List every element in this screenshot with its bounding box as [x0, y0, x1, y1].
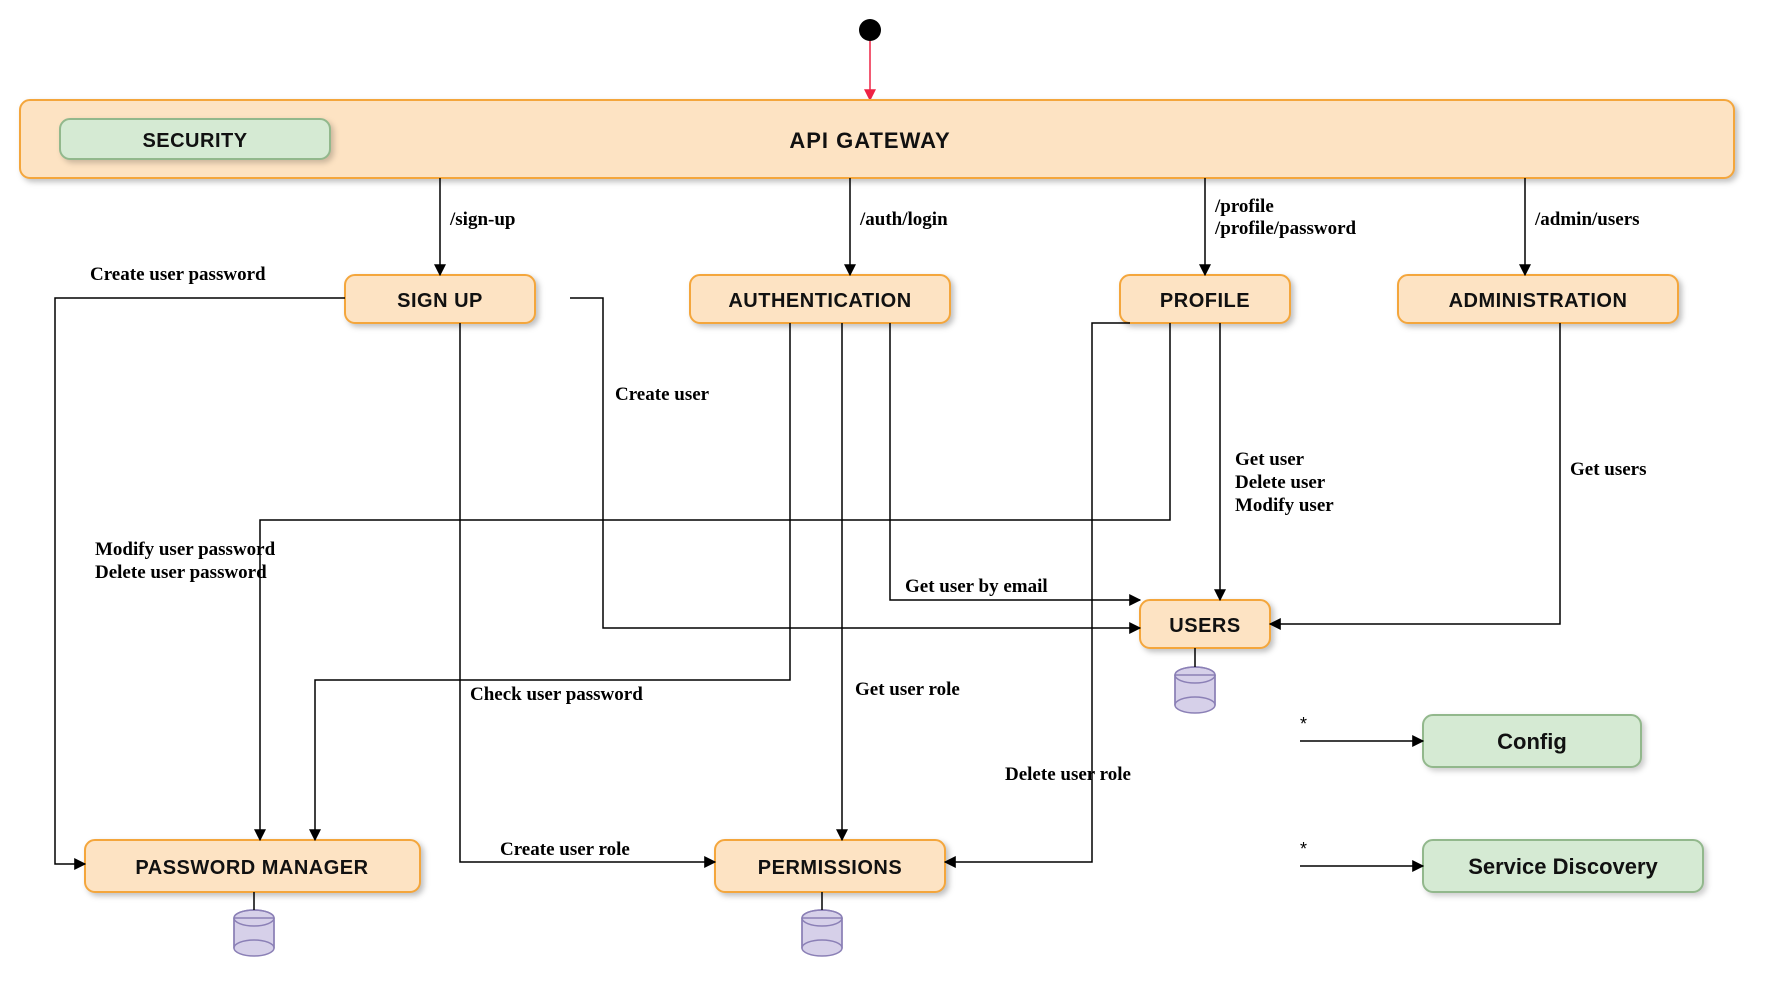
- administration-node: ADMINISTRATION: [1398, 275, 1678, 323]
- gateway-to-admin-label: /admin/users: [1534, 209, 1640, 230]
- delete-user-role-label: Delete user role: [1005, 764, 1131, 785]
- sign-up-label: SIGN UP: [397, 290, 483, 312]
- authentication-node: AUTHENTICATION: [690, 275, 950, 323]
- permissions-node: PERMISSIONS: [715, 840, 945, 892]
- modify-user-password-label: Modify user password: [95, 539, 276, 560]
- gateway-to-signup-label: /sign-up: [449, 209, 515, 230]
- password-manager-node: PASSWORD MANAGER: [85, 840, 420, 892]
- password-manager-label: PASSWORD MANAGER: [135, 857, 368, 879]
- gateway-to-auth-label: /auth/login: [859, 209, 948, 230]
- create-user-password-label: Create user password: [90, 264, 266, 285]
- service-discovery-label: Service Discovery: [1468, 854, 1658, 879]
- delete-user-password-label: Delete user password: [95, 562, 267, 583]
- architecture-diagram: API GATEWAY SECURITY SIGN UP AUTHENTICAT…: [0, 0, 1775, 993]
- administration-label: ADMINISTRATION: [1449, 290, 1628, 312]
- auth-get-user-by-email-arrow: [890, 323, 1140, 600]
- modify-user-label: Modify user: [1235, 495, 1334, 516]
- service-discovery-node: Service Discovery: [1423, 840, 1703, 892]
- create-user-role-label: Create user role: [500, 839, 630, 860]
- gateway-to-profile-label1: /profile: [1214, 196, 1274, 217]
- users-db-icon: [1175, 667, 1215, 713]
- start-node-icon: [859, 19, 881, 41]
- users-label: USERS: [1169, 615, 1240, 637]
- get-user-role-label: Get user role: [855, 679, 960, 700]
- sign-up-node: SIGN UP: [345, 275, 535, 323]
- security-node: SECURITY: [60, 119, 330, 159]
- get-user-by-email-label: Get user by email: [905, 576, 1048, 597]
- password-db-icon: [234, 910, 274, 956]
- permissions-db-icon: [802, 910, 842, 956]
- to-config-star: *: [1300, 714, 1307, 734]
- check-user-password-label: Check user password: [470, 684, 643, 705]
- authentication-label: AUTHENTICATION: [728, 290, 911, 312]
- users-node: USERS: [1140, 600, 1270, 648]
- permissions-label: PERMISSIONS: [758, 857, 902, 879]
- config-node: Config: [1423, 715, 1641, 767]
- api-gateway-node: API GATEWAY SECURITY: [20, 100, 1734, 178]
- profile-node: PROFILE: [1120, 275, 1290, 323]
- auth-check-password-arrow: [315, 323, 790, 840]
- get-user-label: Get user: [1235, 449, 1305, 470]
- to-service-discovery-star: *: [1300, 839, 1307, 859]
- signup-create-user-arrow: [570, 298, 1140, 628]
- get-users-label: Get users: [1570, 459, 1647, 480]
- security-label: SECURITY: [142, 130, 247, 152]
- gateway-to-profile-label2: /profile/password: [1214, 218, 1357, 239]
- api-gateway-label: API GATEWAY: [789, 128, 950, 153]
- delete-user-label: Delete user: [1235, 472, 1326, 493]
- create-user-label: Create user: [615, 384, 710, 405]
- config-label: Config: [1497, 729, 1567, 754]
- profile-label: PROFILE: [1160, 290, 1250, 312]
